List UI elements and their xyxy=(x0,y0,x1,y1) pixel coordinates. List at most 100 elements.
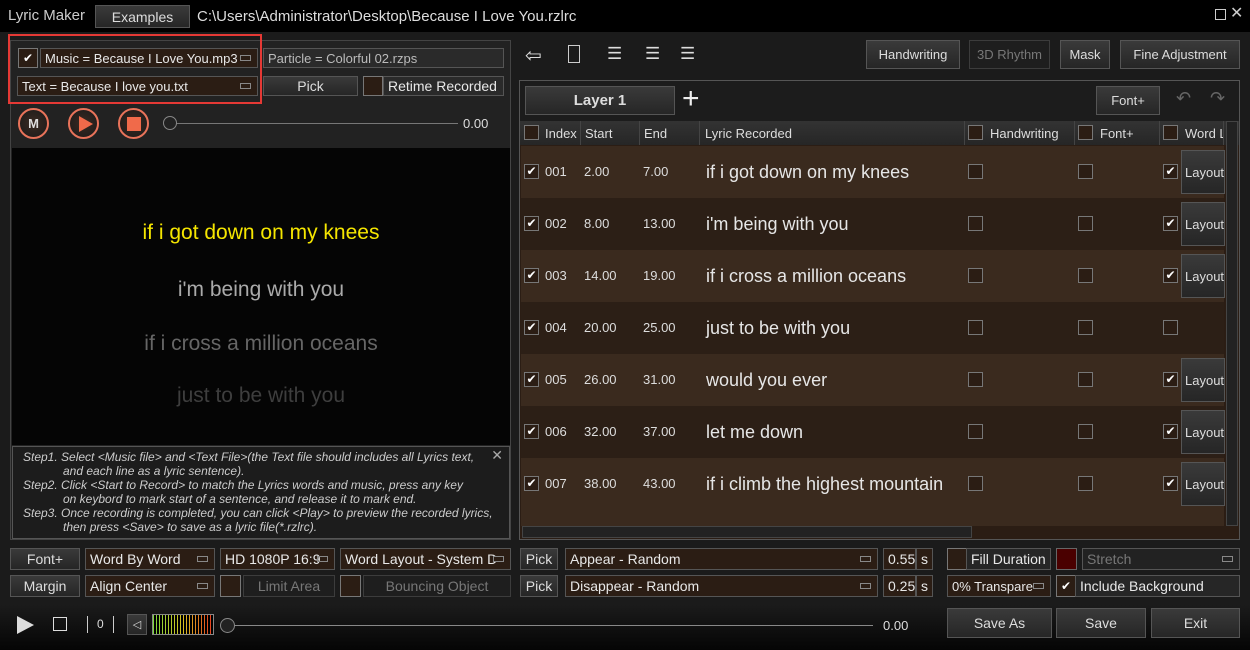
row-layout-button[interactable]: Layout xyxy=(1181,202,1225,246)
handwriting-button[interactable]: Handwriting xyxy=(866,40,960,69)
music-file-select[interactable]: Music = Because I Love You.mp3 xyxy=(40,48,258,68)
disappear-select[interactable]: Disappear - Random xyxy=(565,575,878,597)
appear-duration-input[interactable]: 0.55 xyxy=(883,548,916,570)
row-word-layout-checkbox[interactable] xyxy=(1163,320,1178,335)
row-lyric[interactable]: if i got down on my knees xyxy=(706,146,909,198)
maximize-icon[interactable] xyxy=(1215,9,1226,20)
row-handwriting-checkbox[interactable] xyxy=(968,216,983,231)
col-font[interactable]: Font+ xyxy=(1095,121,1160,145)
align-select[interactable]: Align Center xyxy=(85,575,215,597)
table-row[interactable]: ✔ 003 14.00 19.00 if i cross a million o… xyxy=(521,250,1225,302)
table-row[interactable]: ✔ 004 20.00 25.00 just to be with you xyxy=(521,302,1224,354)
save-button[interactable]: Save xyxy=(1056,608,1146,638)
include-background-checkbox[interactable]: ✔ xyxy=(1056,575,1076,597)
col-index[interactable]: Index xyxy=(541,121,581,145)
row-end[interactable]: 13.00 xyxy=(643,198,676,250)
horizontal-scrollbar[interactable] xyxy=(522,526,972,538)
row-checkbox[interactable]: ✔ xyxy=(524,268,539,283)
mode-select[interactable]: Word By Word xyxy=(85,548,215,570)
row-word-layout-checkbox[interactable]: ✔ xyxy=(1163,216,1178,231)
row-handwriting-checkbox[interactable] xyxy=(968,320,983,335)
add-line-icon[interactable]: ☰ xyxy=(607,44,622,64)
row-lyric[interactable]: if i climb the highest mountain xyxy=(706,458,943,510)
pick-button[interactable]: Pick xyxy=(263,76,358,96)
row-lyric[interactable]: would you ever xyxy=(706,354,827,406)
color-swatch[interactable] xyxy=(1056,548,1077,570)
row-word-layout-checkbox[interactable]: ✔ xyxy=(1163,372,1178,387)
mask-button[interactable]: Mask xyxy=(1060,40,1110,69)
music-checkbox[interactable]: ✔ xyxy=(18,48,38,68)
row-word-layout-checkbox[interactable]: ✔ xyxy=(1163,268,1178,283)
wordlayout-all-checkbox[interactable] xyxy=(1163,125,1178,140)
row-end[interactable]: 43.00 xyxy=(643,458,676,510)
playback-slider[interactable] xyxy=(228,625,873,626)
col-lyric[interactable]: Lyric Recorded xyxy=(700,121,965,145)
limit-area-checkbox[interactable] xyxy=(220,575,241,597)
particle-field[interactable]: Particle = Colorful 02.rzps xyxy=(263,48,504,68)
bouncing-object-button[interactable]: Bouncing Object xyxy=(363,575,511,597)
row-layout-button[interactable]: Layout xyxy=(1181,358,1225,402)
music-mode-button[interactable]: M xyxy=(18,108,49,139)
font-button[interactable]: Font+ xyxy=(10,548,80,570)
door-icon[interactable] xyxy=(568,45,580,63)
row-font-checkbox[interactable] xyxy=(1078,164,1093,179)
row-font-checkbox[interactable] xyxy=(1078,372,1093,387)
handwriting-all-checkbox[interactable] xyxy=(968,125,983,140)
row-handwriting-checkbox[interactable] xyxy=(968,268,983,283)
examples-button[interactable]: Examples xyxy=(95,5,190,28)
row-lyric[interactable]: just to be with you xyxy=(706,302,850,354)
volume-icon[interactable]: ◁ xyxy=(127,614,147,635)
vertical-scrollbar[interactable] xyxy=(1226,121,1238,526)
row-word-layout-checkbox[interactable]: ✔ xyxy=(1163,424,1178,439)
row-start[interactable]: 38.00 xyxy=(584,458,617,510)
text-file-select[interactable]: Text = Because I love you.txt xyxy=(17,76,258,96)
select-all-checkbox[interactable] xyxy=(524,125,539,140)
margin-button[interactable]: Margin xyxy=(10,575,80,597)
row-start[interactable]: 2.00 xyxy=(584,146,609,198)
exit-button[interactable]: Exit xyxy=(1151,608,1240,638)
save-as-button[interactable]: Save As xyxy=(947,608,1052,638)
row-start[interactable]: 14.00 xyxy=(584,250,617,302)
stop-icon[interactable] xyxy=(53,617,67,631)
row-lyric[interactable]: let me down xyxy=(706,406,803,458)
layer-font-button[interactable]: Font+ xyxy=(1096,86,1160,115)
record-slider[interactable] xyxy=(170,123,458,124)
row-word-layout-checkbox[interactable]: ✔ xyxy=(1163,164,1178,179)
row-checkbox[interactable]: ✔ xyxy=(524,424,539,439)
row-layout-button[interactable]: Layout xyxy=(1181,150,1225,194)
row-font-checkbox[interactable] xyxy=(1078,476,1093,491)
appear-select[interactable]: Appear - Random xyxy=(565,548,878,570)
layer-tab[interactable]: Layer 1 xyxy=(525,86,675,115)
fill-duration-checkbox[interactable] xyxy=(947,548,967,570)
disappear-duration-input[interactable]: 0.25 xyxy=(883,575,916,597)
row-handwriting-checkbox[interactable] xyxy=(968,164,983,179)
retime-checkbox[interactable] xyxy=(363,76,383,96)
back-icon[interactable]: ⇦ xyxy=(525,43,542,68)
3d-rhythm-button[interactable]: 3D Rhythm xyxy=(969,40,1050,69)
layout-select[interactable]: Word Layout - System D xyxy=(340,548,511,570)
row-checkbox[interactable]: ✔ xyxy=(524,164,539,179)
transparency-select[interactable]: 0% Transpare xyxy=(947,575,1051,597)
disappear-pick-button[interactable]: Pick xyxy=(520,575,558,597)
bouncing-checkbox[interactable] xyxy=(340,575,361,597)
limit-area-button[interactable]: Limit Area xyxy=(243,575,335,597)
row-font-checkbox[interactable] xyxy=(1078,424,1093,439)
record-play-button[interactable] xyxy=(68,108,99,139)
row-handwriting-checkbox[interactable] xyxy=(968,424,983,439)
stretch-select[interactable]: Stretch xyxy=(1082,548,1240,570)
resolution-select[interactable]: HD 1080P 16:9 xyxy=(220,548,335,570)
row-layout-button[interactable]: Layout xyxy=(1181,254,1225,298)
row-end[interactable]: 7.00 xyxy=(643,146,668,198)
table-row[interactable]: ✔ 007 38.00 43.00 if i climb the highest… xyxy=(521,458,1225,510)
play-icon[interactable] xyxy=(17,616,34,634)
row-lyric[interactable]: if i cross a million oceans xyxy=(706,250,906,302)
col-end[interactable]: End xyxy=(640,121,700,145)
row-handwriting-checkbox[interactable] xyxy=(968,476,983,491)
row-start[interactable]: 20.00 xyxy=(584,302,617,354)
table-row[interactable] xyxy=(521,510,1224,526)
row-handwriting-checkbox[interactable] xyxy=(968,372,983,387)
slider-handle[interactable] xyxy=(163,116,177,130)
record-stop-button[interactable] xyxy=(118,108,149,139)
table-row[interactable]: ✔ 005 26.00 31.00 would you ever ✔ Layou… xyxy=(521,354,1225,406)
row-word-layout-checkbox[interactable]: ✔ xyxy=(1163,476,1178,491)
